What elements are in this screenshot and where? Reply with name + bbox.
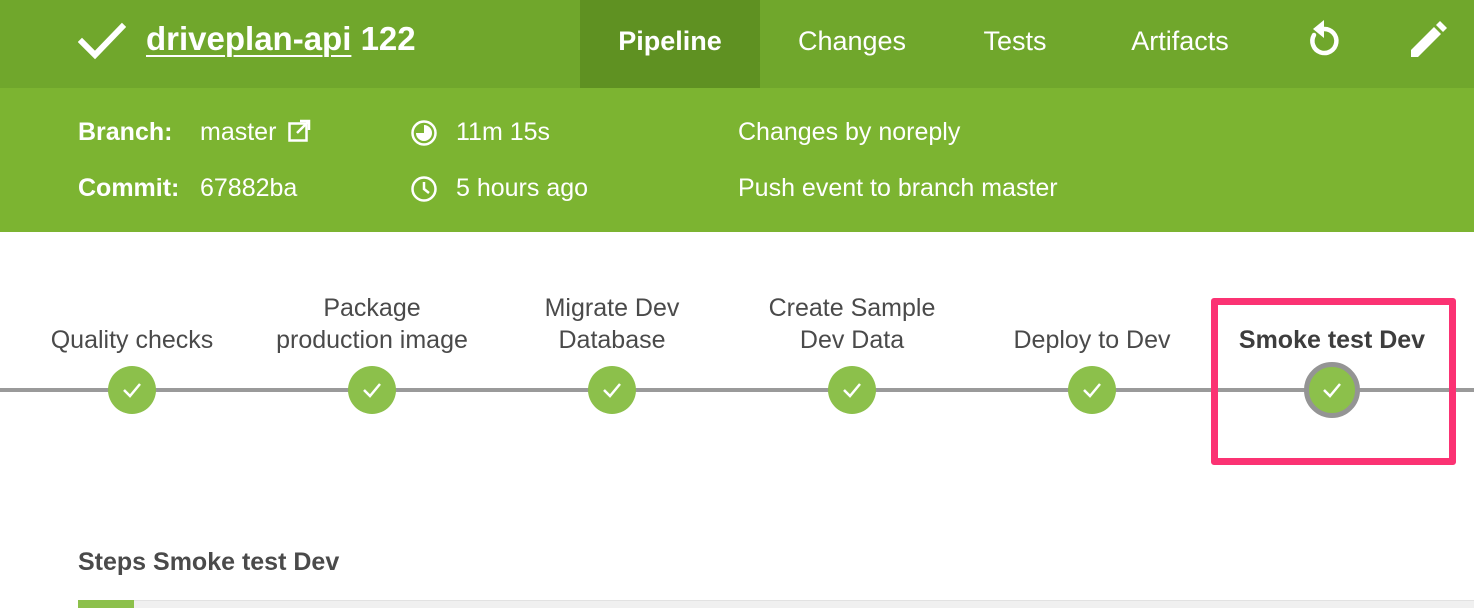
pipeline-name-link[interactable]: driveplan-api	[146, 20, 351, 57]
steps-title: Steps Smoke test Dev	[78, 548, 340, 576]
check-icon	[78, 22, 126, 60]
tab-tests[interactable]: Tests	[960, 0, 1070, 88]
started-time: 5 hours ago	[456, 174, 589, 202]
run-info-bar: Branch: master Commit: 67882ba 11m 15s 5…	[0, 88, 1474, 232]
tab-changes[interactable]: Changes	[772, 0, 932, 88]
branch-label: Branch:	[78, 118, 173, 146]
changes-by: Changes by noreply	[738, 118, 961, 146]
check-icon	[363, 383, 381, 398]
duration-value: 11m 15s	[456, 118, 551, 146]
stage-node-quality-checks[interactable]	[108, 366, 156, 414]
check-icon	[1083, 383, 1101, 398]
stage-label-create-sample-data: Create Sample Dev Data	[768, 294, 936, 354]
branch-value[interactable]: master	[200, 118, 276, 146]
run-cause: Push event to branch master	[738, 174, 1058, 202]
stage-node-package-image[interactable]	[348, 366, 396, 414]
stage-label-migrate-dev-db: Migrate Dev Database	[544, 294, 680, 354]
check-icon	[123, 383, 141, 398]
step-status-accent	[78, 600, 134, 608]
external-link-icon[interactable]	[287, 119, 311, 143]
stage-label-quality-checks: Quality checks	[50, 326, 214, 354]
tab-artifacts[interactable]: Artifacts	[1100, 0, 1260, 88]
stage-node-migrate-dev-db[interactable]	[588, 366, 636, 414]
selected-stage-highlight	[1211, 298, 1456, 465]
stage-node-deploy-dev[interactable]	[1068, 366, 1116, 414]
steps-list	[78, 600, 1474, 608]
edit-icon[interactable]	[1406, 18, 1450, 62]
run-title: driveplan-api 122	[146, 20, 416, 58]
top-bar: driveplan-api 122 Pipeline Changes Tests…	[0, 0, 1474, 88]
clock-icon	[411, 176, 437, 202]
stage-label-package-image: Package production image	[276, 294, 468, 354]
commit-label: Commit:	[78, 174, 180, 202]
stage-label-deploy-dev: Deploy to Dev	[1013, 326, 1171, 354]
stage-node-create-sample-data[interactable]	[828, 366, 876, 414]
commit-value[interactable]: 67882ba	[200, 174, 297, 203]
run-number: 122	[360, 20, 416, 57]
check-icon	[603, 383, 621, 398]
check-icon	[843, 383, 861, 398]
tab-pipeline[interactable]: Pipeline	[580, 0, 760, 88]
duration-icon	[411, 120, 437, 146]
replay-icon[interactable]	[1302, 18, 1346, 62]
